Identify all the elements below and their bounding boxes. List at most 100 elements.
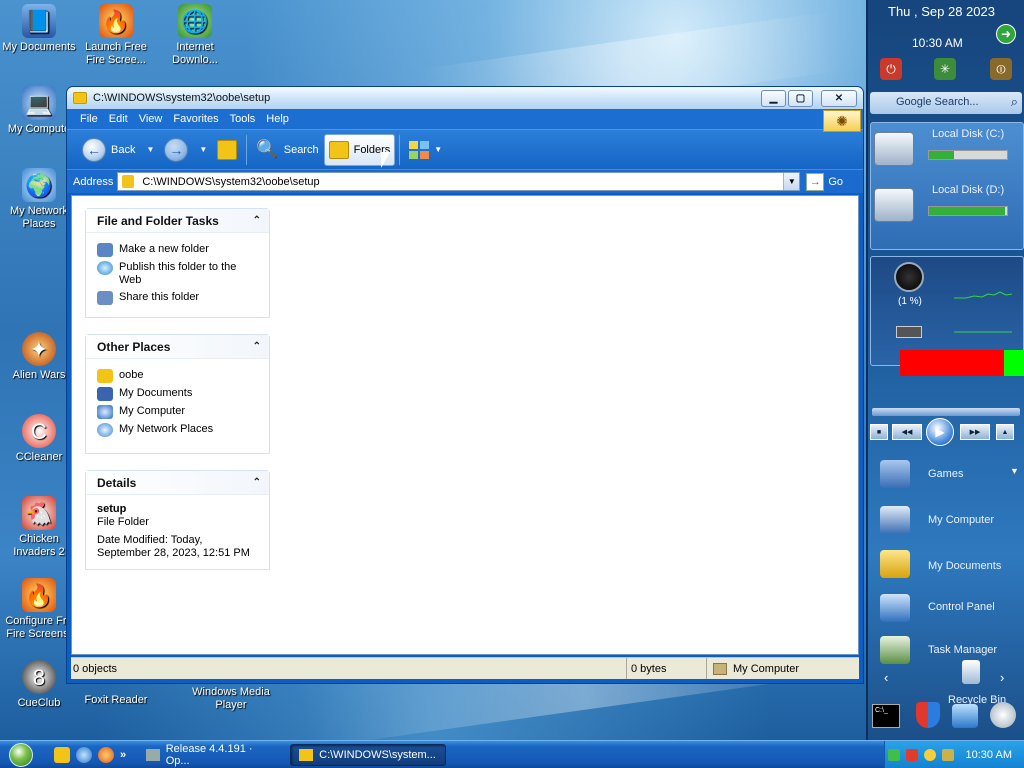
sidebar-date: Thu , Sep 28 2023: [888, 4, 995, 19]
launch-my-documents[interactable]: My Documents: [928, 560, 1001, 572]
desktop-icon-my-documents[interactable]: 📘 My Documents: [0, 4, 78, 54]
disk-d[interactable]: Local Disk (D:): [870, 182, 1024, 234]
scroll-right-icon[interactable]: ›: [1000, 670, 1004, 685]
media-eject-button[interactable]: ▲: [996, 424, 1014, 440]
publish-folder-link[interactable]: Publish this folder to the Web: [97, 261, 261, 287]
window-titlebar[interactable]: C:\WINDOWS\system32\oobe\setup ▁ ▢ ✕: [67, 87, 863, 109]
status-size: 0 bytes: [627, 658, 707, 679]
other-places-panel: Other Places ⌃ oobe My Documents My Comp…: [85, 334, 270, 454]
fire-icon: 🔥: [99, 4, 133, 38]
games-dropdown-icon[interactable]: ▼: [1010, 466, 1019, 476]
next-arrow-icon[interactable]: ➜: [996, 24, 1016, 44]
desktop-icon-windows-media-player[interactable]: Windows Media Player: [192, 686, 270, 712]
up-folder-icon: [217, 139, 238, 160]
minimize-button[interactable]: ▁: [761, 89, 786, 107]
up-folder-button[interactable]: [212, 134, 242, 166]
address-label: Address: [73, 175, 114, 188]
place-my-network-link[interactable]: My Network Places: [97, 423, 261, 437]
views-button[interactable]: ▼: [404, 134, 447, 166]
firefox-icon[interactable]: [98, 746, 114, 763]
folder-icon: [97, 369, 113, 383]
maximize-button[interactable]: ▢: [788, 89, 813, 107]
search-icon: 🔍: [256, 139, 279, 159]
panel-header[interactable]: File and Folder Tasks ⌃: [86, 209, 269, 233]
taskbar-item-release[interactable]: Release 4.4.191 · Op...: [138, 743, 284, 767]
cpu-graph: [954, 291, 1013, 299]
launch-my-computer[interactable]: My Computer: [928, 514, 994, 526]
menu-view[interactable]: View: [136, 113, 171, 125]
security-shield-icon[interactable]: [916, 702, 940, 728]
cpu-gauge-icon: [894, 262, 924, 292]
desktop-icon-internet-download[interactable]: 🌐 Internet Downlo...: [156, 4, 234, 67]
launch-games[interactable]: Games: [928, 468, 963, 480]
sidebar-time: 10:30 AM: [912, 36, 963, 50]
address-dropdown-button[interactable]: ▼: [783, 173, 800, 190]
forward-button[interactable]: → ▼: [159, 134, 212, 166]
folder-view[interactable]: File and Folder Tasks ⌃ Make a new folde…: [71, 195, 859, 655]
close-button[interactable]: ✕: [821, 89, 857, 107]
go-button[interactable]: → Go: [806, 172, 843, 191]
memory-used-bar: [900, 350, 1004, 376]
place-my-computer-link[interactable]: My Computer: [97, 405, 261, 419]
ccleaner-icon: C: [22, 414, 56, 448]
make-new-folder-link[interactable]: Make a new folder: [97, 243, 261, 257]
details-panel: Details ⌃ setup File Folder Date Modifie…: [85, 470, 270, 570]
menu-edit[interactable]: Edit: [106, 113, 136, 125]
google-search-input[interactable]: Google Search... ⌕: [870, 92, 1022, 114]
menu-file[interactable]: File: [77, 113, 106, 125]
share-folder-link[interactable]: Share this folder: [97, 291, 261, 305]
file-folder-tasks-panel: File and Folder Tasks ⌃ Make a new folde…: [85, 208, 270, 318]
collapse-chevron-icon[interactable]: ⌃: [253, 215, 261, 226]
start-orb-icon: [9, 742, 33, 767]
new-folder-icon: [97, 243, 113, 257]
shutdown-icon[interactable]: ⏻: [880, 58, 902, 80]
launch-task-manager[interactable]: Task Manager: [928, 644, 997, 656]
taskbar-clock[interactable]: 10:30 AM: [966, 749, 1012, 761]
media-forward-button[interactable]: ▶▶: [960, 424, 990, 440]
tray-tool-icon[interactable]: [941, 748, 954, 761]
quick-launch-more-icon[interactable]: »: [120, 749, 126, 761]
place-oobe-link[interactable]: oobe: [97, 369, 261, 383]
tray-security-icon[interactable]: [905, 748, 918, 761]
disk-c[interactable]: Local Disk (C:): [870, 126, 1024, 178]
collapse-chevron-icon[interactable]: ⌃: [253, 341, 261, 352]
back-dropdown-icon[interactable]: ▼: [146, 145, 154, 154]
search-button[interactable]: 🔍 Search: [251, 134, 323, 166]
logoff-icon[interactable]: ⏼: [990, 58, 1012, 80]
restart-icon[interactable]: ✳: [934, 58, 956, 80]
menu-tools[interactable]: Tools: [227, 113, 264, 125]
scroll-left-icon[interactable]: ‹: [884, 670, 888, 685]
back-button[interactable]: ← Back ▼: [77, 134, 159, 166]
my-computer-icon: [713, 662, 727, 675]
tray-network-icon[interactable]: [887, 748, 900, 761]
globe-icon: [97, 261, 113, 275]
network-icon[interactable]: [952, 704, 978, 728]
forward-dropdown-icon[interactable]: ▼: [199, 145, 207, 154]
media-rewind-button[interactable]: ◀◀: [892, 424, 922, 440]
panel-header[interactable]: Other Places ⌃: [86, 335, 269, 359]
collapse-chevron-icon[interactable]: ⌃: [253, 477, 261, 488]
menu-favorites[interactable]: Favorites: [170, 113, 226, 125]
desktop-icon-fire-screensaver[interactable]: 🔥 Launch Free Fire Scree...: [77, 4, 155, 67]
disk-c-usage-bar: [928, 150, 1008, 160]
panel-header[interactable]: Details ⌃: [86, 471, 269, 495]
media-stop-button[interactable]: ■: [870, 424, 888, 440]
place-my-documents-link[interactable]: My Documents: [97, 387, 261, 401]
speaker-icon[interactable]: [990, 702, 1016, 728]
tray-smiley-icon[interactable]: [923, 748, 936, 761]
menu-bar: File Edit View Favorites Tools Help ✺: [67, 109, 863, 132]
taskbar-item-explorer[interactable]: C:\WINDOWS\system...: [290, 743, 447, 766]
media-play-button[interactable]: ▶: [926, 418, 954, 446]
menu-help[interactable]: Help: [263, 113, 297, 125]
views-icon: [409, 140, 430, 159]
launch-control-panel[interactable]: Control Panel: [928, 601, 995, 613]
command-prompt-icon[interactable]: C:\_: [872, 704, 900, 728]
start-button[interactable]: [0, 741, 42, 768]
show-desktop-icon[interactable]: [54, 746, 70, 763]
media-seek-bar[interactable]: [872, 408, 1020, 416]
memory-free-bar: [1004, 350, 1024, 376]
search-icon[interactable]: ⌕: [1011, 94, 1018, 110]
desktop-icon-foxit-reader[interactable]: Foxit Reader: [77, 694, 155, 707]
address-input[interactable]: C:\WINDOWS\system32\oobe\setup ▼: [117, 172, 801, 191]
internet-explorer-icon[interactable]: [76, 746, 92, 763]
